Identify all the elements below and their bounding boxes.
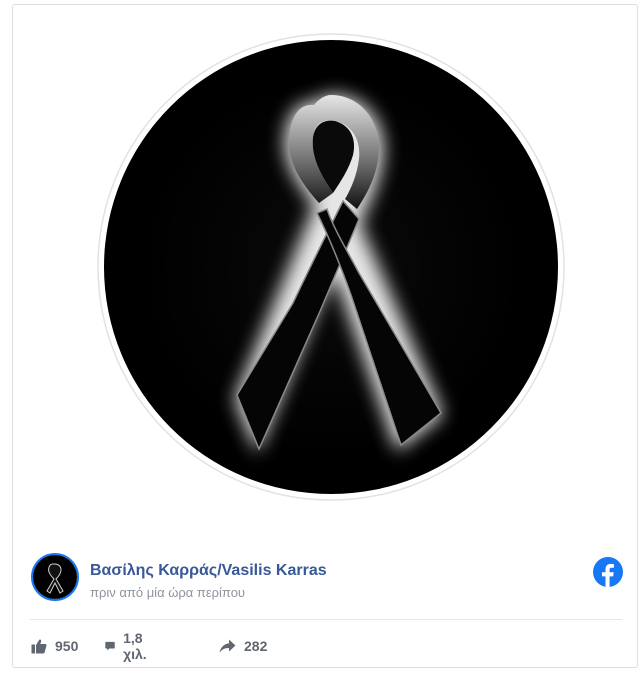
embedded-post-card: Βασίλης Καρράς/Vasilis Karras πριν από μ… [12,4,638,668]
post-image[interactable] [13,5,637,535]
author-name-link[interactable]: Βασίλης Καρράς/Vasilis Karras [90,562,327,580]
ribbon-avatar-icon [33,555,77,599]
thumbs-up-icon [31,639,47,654]
shares-count: 282 [244,638,268,654]
divider [30,619,622,620]
comments-stat[interactable]: 1,8 χιλ. [105,630,153,662]
comment-bubble-icon [105,641,115,651]
author-avatar[interactable] [31,553,79,601]
post-timestamp[interactable]: πριν από μία ώρα περίπου [90,585,245,600]
likes-stat[interactable]: 950 [31,635,78,657]
comments-count: 1,8 χιλ. [123,630,147,662]
black-ribbon-image [97,33,565,501]
post-header: Βασίλης Καρράς/Vasilis Karras πριν από μ… [29,553,623,605]
likes-count: 950 [55,638,79,654]
share-arrow-icon [219,639,236,653]
shares-stat[interactable]: 282 [219,635,267,657]
facebook-logo-icon[interactable] [593,557,623,587]
